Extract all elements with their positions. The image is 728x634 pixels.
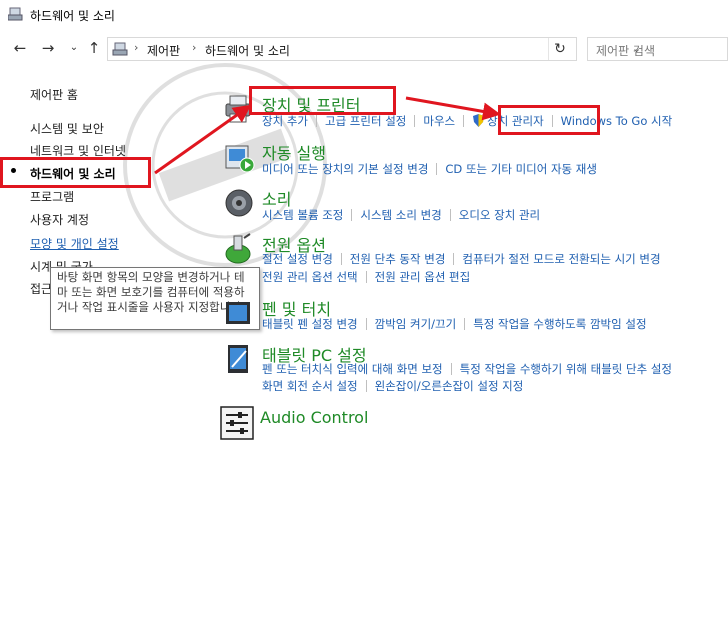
title-bar: 하드웨어 및 소리 — [0, 0, 728, 30]
link-add-device[interactable]: 장치 추가 — [262, 113, 308, 129]
sidebar-item-programs[interactable]: 프로그램 — [30, 188, 74, 205]
sidebar-item-user-accounts[interactable]: 사용자 계정 — [30, 211, 89, 228]
forward-arrow-icon[interactable]: → — [40, 40, 56, 56]
highlight-box-devices-printers — [249, 86, 396, 115]
link-sleep-settings[interactable]: 절전 설정 변경 — [262, 251, 333, 267]
recent-dropdown-icon[interactable]: ⌄ — [66, 40, 82, 56]
link-separator — [315, 115, 317, 127]
category-links-sound: 시스템 볼륨 조정 시스템 소리 변경 오디오 장치 관리 — [262, 207, 540, 223]
window-title: 하드웨어 및 소리 — [30, 9, 115, 23]
link-handedness[interactable]: 왼손잡이/오른손잡이 설정 지정 — [375, 378, 524, 394]
control-panel-icon — [112, 42, 128, 56]
link-choose-power-plan[interactable]: 전원 관리 옵션 선택 — [262, 269, 358, 285]
category-sound: 소리 시스템 볼륨 조정 시스템 소리 변경 오디오 장치 관리 — [222, 186, 728, 226]
link-advanced-printer[interactable]: 고급 프린터 설정 — [325, 113, 406, 129]
sidebar-item-system-security[interactable]: 시스템 및 보안 — [30, 120, 104, 137]
speaker-icon — [225, 189, 253, 217]
search-input[interactable]: 제어판 검색 — [587, 37, 728, 61]
link-calibrate-screen[interactable]: 펜 또는 터치식 입력에 대해 화면 보정 — [262, 361, 443, 377]
link-system-sounds[interactable]: 시스템 소리 변경 — [360, 207, 441, 223]
battery-icon — [225, 233, 251, 264]
category-links-power-row2: 전원 관리 옵션 선택 전원 관리 옵션 편집 — [262, 269, 470, 285]
link-separator — [450, 363, 452, 375]
link-separator — [463, 115, 465, 127]
link-media-defaults[interactable]: 미디어 또는 장치의 기본 설정 변경 — [262, 161, 428, 177]
breadcrumb-hardware-sound[interactable]: 하드웨어 및 소리 — [205, 42, 290, 59]
link-mouse[interactable]: 마우스 — [423, 113, 455, 129]
address-bar[interactable]: › 제어판 › 하드웨어 및 소리 ⌄ ↻ — [107, 37, 641, 61]
control-panel-icon — [8, 7, 23, 21]
category-links-pen-touch: 태블릿 펜 설정 변경 깜박임 켜기/끄기 특정 작업을 수행하도록 깜박임 설정 — [262, 316, 647, 332]
back-arrow-icon[interactable]: ← — [12, 40, 28, 56]
sidebar-home-link[interactable]: 제어판 홈 — [30, 86, 78, 103]
sliders-icon — [220, 406, 254, 440]
search-placeholder: 제어판 검색 — [596, 44, 656, 58]
link-separator — [365, 271, 367, 283]
shield-icon — [473, 114, 485, 127]
link-tablet-pen[interactable]: 태블릿 펜 설정 변경 — [262, 316, 358, 332]
category-audio-control: Audio Control — [220, 406, 726, 442]
link-separator — [351, 209, 353, 221]
category-autoplay: 자동 실행 미디어 또는 장치의 기본 설정 변경 CD 또는 기타 미디어 자동… — [222, 140, 728, 180]
link-tablet-buttons[interactable]: 특정 작업을 수행하기 위해 태블릿 단추 설정 — [460, 361, 672, 377]
category-pen-touch: 펜 및 터치 태블릿 펜 설정 변경 깜박임 켜기/끄기 특정 작업을 수행하도록 … — [222, 296, 728, 336]
link-audio-devices[interactable]: 오디오 장치 관리 — [459, 207, 540, 223]
link-separator — [414, 115, 416, 127]
category-links-tablet-row2: 화면 회전 순서 설정 왼손잡이/오른손잡이 설정 지정 — [262, 378, 523, 394]
link-sleep-timing[interactable]: 컴퓨터가 절전 모드로 전환되는 시기 변경 — [462, 251, 660, 267]
highlight-box-sidebar — [0, 157, 151, 188]
category-power-options: 전원 옵션 절전 설정 변경 전원 단추 동작 변경 컴퓨터가 절전 모드로 전환되… — [222, 232, 728, 288]
link-separator — [365, 318, 367, 330]
link-flicks-toggle[interactable]: 깜박임 켜기/끄기 — [375, 316, 457, 332]
category-title-audio-control[interactable]: Audio Control — [260, 408, 368, 427]
link-cd-autoplay[interactable]: CD 또는 기타 미디어 자동 재생 — [445, 161, 597, 177]
link-separator — [449, 209, 451, 221]
highlight-box-device-manager — [498, 105, 600, 135]
link-power-button[interactable]: 전원 단추 동작 변경 — [350, 251, 446, 267]
category-links-autoplay: 미디어 또는 장치의 기본 설정 변경 CD 또는 기타 미디어 자동 재생 — [262, 161, 597, 177]
link-system-volume[interactable]: 시스템 볼륨 조정 — [262, 207, 343, 223]
link-edit-power-plan[interactable]: 전원 관리 옵션 편집 — [375, 269, 471, 285]
category-links-power-row1: 절전 설정 변경 전원 단추 동작 변경 컴퓨터가 절전 모드로 전환되는 시기 변… — [262, 251, 661, 267]
category-tablet-pc: 태블릿 PC 설정 펜 또는 터치식 입력에 대해 화면 보정 특정 작업을 수행… — [222, 342, 728, 398]
link-separator — [436, 163, 438, 175]
tablet-icon — [228, 345, 248, 373]
link-separator — [464, 318, 466, 330]
link-separator — [453, 253, 455, 265]
link-rotation-order[interactable]: 화면 회전 순서 설정 — [262, 378, 358, 394]
up-arrow-icon[interactable]: ↑ — [86, 40, 102, 56]
pen-icon — [226, 302, 250, 324]
autoplay-icon — [225, 145, 255, 173]
category-links-devices-printers: 장치 추가 고급 프린터 설정 마우스 장치 관리자 Windows To Go 시작 — [262, 113, 672, 129]
link-separator — [340, 253, 342, 265]
breadcrumb-chevron-icon: › — [134, 41, 139, 54]
breadcrumb-control-panel[interactable]: 제어판 — [147, 42, 180, 59]
link-separator — [365, 380, 367, 392]
refresh-icon[interactable]: ↻ — [548, 38, 571, 60]
breadcrumb-chevron-icon: › — [192, 41, 197, 54]
category-links-tablet-row1: 펜 또는 터치식 입력에 대해 화면 보정 특정 작업을 수행하기 위해 태블릿 … — [262, 361, 672, 377]
link-flicks-actions[interactable]: 특정 작업을 수행하도록 깜박임 설정 — [473, 316, 646, 332]
sidebar-item-appearance[interactable]: 모양 및 개인 설정 — [30, 235, 119, 252]
